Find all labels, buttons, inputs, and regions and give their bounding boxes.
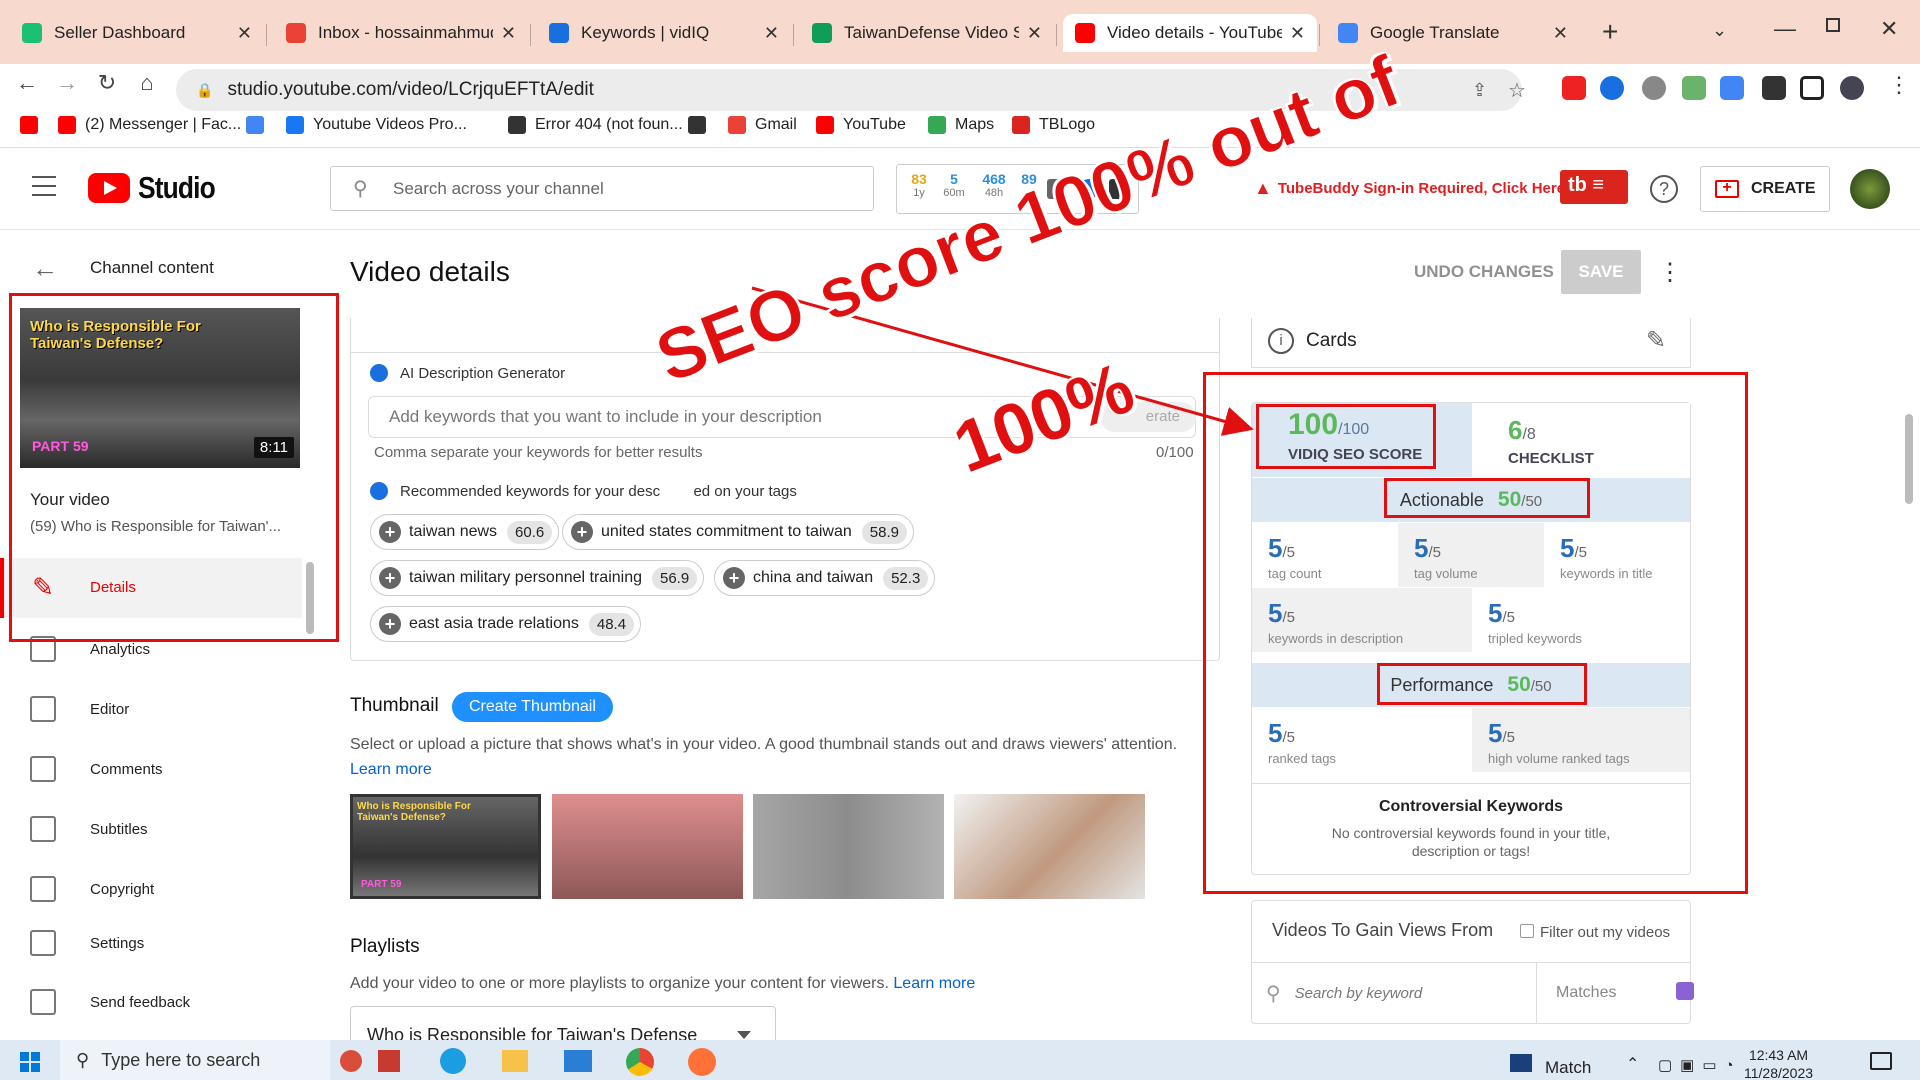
taskbar-weather-text[interactable]: Match xyxy=(1545,1058,1591,1078)
taskbar-search-placeholder: Type here to search xyxy=(101,1049,261,1070)
clock-date: 11/28/2023 xyxy=(1744,1065,1814,1080)
search-icon: ⚲ xyxy=(76,1049,90,1070)
tray-chevron-icon[interactable]: ⌃ xyxy=(1626,1054,1639,1074)
firefox-icon[interactable] xyxy=(688,1048,716,1076)
tray-icons[interactable]: ▢▣▭◔ xyxy=(1658,1056,1742,1074)
clock-time: 12:43 AM xyxy=(1748,1047,1809,1063)
sports-icon[interactable] xyxy=(1510,1054,1532,1072)
chrome-icon[interactable] xyxy=(626,1048,654,1076)
taskbar-search[interactable]: ⚲ Type here to search xyxy=(60,1040,330,1080)
windows-start-icon[interactable] xyxy=(20,1052,40,1072)
gift-app-icon[interactable] xyxy=(378,1050,400,1072)
mail-icon[interactable] xyxy=(564,1050,592,1072)
alarm-app-icon[interactable] xyxy=(340,1050,362,1072)
notifications-icon[interactable] xyxy=(1870,1052,1892,1070)
clock[interactable]: 12:43 AM 11/28/2023 xyxy=(1744,1046,1813,1080)
annotation-arrow xyxy=(751,286,1254,436)
file-explorer-icon[interactable] xyxy=(502,1050,528,1072)
edge-icon[interactable] xyxy=(440,1048,466,1074)
